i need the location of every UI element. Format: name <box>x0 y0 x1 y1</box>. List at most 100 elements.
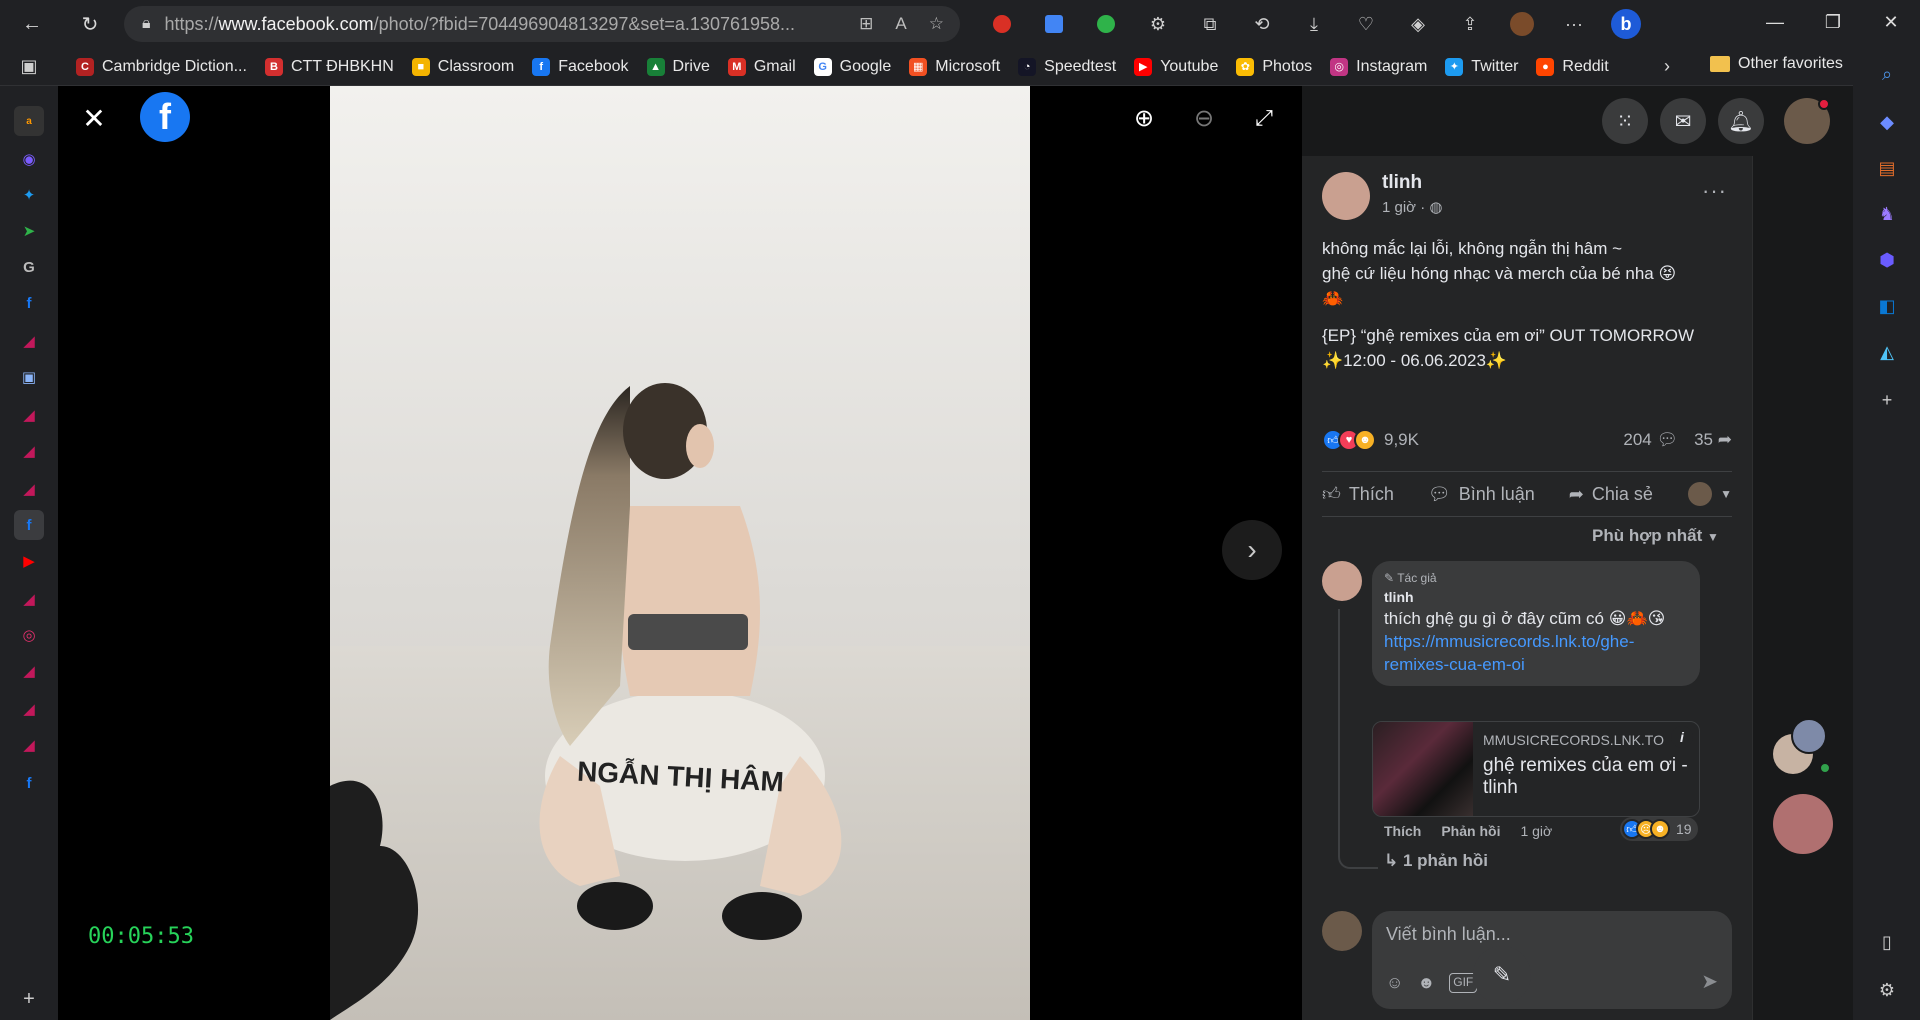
notifications-bell-icon[interactable]: 🔔︎ <box>1718 98 1764 144</box>
back-button[interactable]: ← <box>14 6 50 42</box>
games-chess-icon[interactable]: ♞ <box>1873 200 1901 228</box>
comment-count[interactable]: 204 💬︎ <box>1623 430 1678 450</box>
app-available-icon[interactable]: ⊞ <box>859 14 873 34</box>
extension-green-icon[interactable] <box>1088 6 1124 42</box>
emoji-icon[interactable]: ☻ <box>1417 973 1435 993</box>
like-button[interactable]: 👍︎ Thích <box>1322 483 1394 505</box>
tab-music-icon[interactable]: ◢ <box>14 474 44 504</box>
post-author-name[interactable]: tlinh <box>1382 172 1442 194</box>
haha-reaction-icon[interactable]: ☻ <box>1354 429 1376 451</box>
tab-amazon-icon[interactable]: a <box>14 106 44 136</box>
comment-reply-link[interactable]: Phản hồi <box>1441 823 1500 839</box>
post-timestamp[interactable]: 1 giờ · ◍ <box>1382 198 1442 216</box>
tab-music-icon[interactable]: ◢ <box>14 584 44 614</box>
tab-facebook-icon[interactable]: f <box>14 768 44 798</box>
tab-music-icon[interactable]: ◢ <box>14 436 44 466</box>
read-aloud-icon[interactable]: A <box>895 14 906 34</box>
address-bar[interactable]: 🔒︎ https://www.facebook.com/photo/?fbid=… <box>124 6 960 42</box>
comment-reactions[interactable]: 👍︎ ☹ ☻ 19 <box>1620 817 1698 841</box>
favorite-facebook[interactable]: f Facebook <box>532 57 629 76</box>
health-icon[interactable]: ♡ <box>1348 6 1384 42</box>
comment-input[interactable] <box>1386 919 1706 949</box>
tab-twitter-icon[interactable]: ✦ <box>14 180 44 210</box>
maximize-button[interactable]: ❐ <box>1804 0 1862 44</box>
close-viewer-icon[interactable]: ✕ <box>76 100 112 136</box>
chat-head-group-2[interactable] <box>1791 718 1827 754</box>
favorite-google[interactable]: G Google <box>813 57 891 76</box>
messenger-icon[interactable]: ✉ <box>1660 98 1706 144</box>
facebook-logo-icon[interactable]: f <box>140 92 190 142</box>
close-window-button[interactable]: ✕ <box>1862 0 1920 44</box>
new-tab-plus-icon[interactable]: + <box>14 984 44 1014</box>
favorites-overflow-icon[interactable]: › <box>1664 56 1670 77</box>
post-photo[interactable]: NGẪN THỊ HÂM <box>330 86 1030 1020</box>
zoom-out-icon[interactable]: ⊖ <box>1188 102 1220 134</box>
tab-facebook-icon[interactable]: f <box>14 288 44 318</box>
tab-facebook-active-icon[interactable]: f <box>14 510 44 540</box>
tools-briefcase-icon[interactable]: ▤ <box>1873 154 1901 182</box>
author-avatar[interactable] <box>1322 172 1370 220</box>
comment-link[interactable]: https://mmusicrecords.lnk.to/ghe-remixes… <box>1384 630 1688 676</box>
favorite-classroom[interactable]: ■ Classroom <box>411 57 514 76</box>
extensions-puzzle-icon[interactable]: ⚙ <box>1140 6 1176 42</box>
tab-music-icon[interactable]: ◢ <box>14 656 44 686</box>
reload-button[interactable]: ↻ <box>72 6 108 42</box>
chat-head-contact[interactable] <box>1773 794 1833 854</box>
favorite-photos[interactable]: ✿ Photos <box>1236 57 1312 76</box>
settings-more-icon[interactable]: ··· <box>1556 6 1592 42</box>
comment-like-link[interactable]: Thích <box>1384 823 1421 839</box>
translate-icon[interactable] <box>1036 6 1072 42</box>
menu-grid-icon[interactable]: ⁙ <box>1602 98 1648 144</box>
favorite-drive[interactable]: ▲ Drive <box>646 57 710 76</box>
tab-google-icon[interactable]: G <box>14 252 44 282</box>
add-sidebar-plus-icon[interactable]: + <box>1873 386 1901 414</box>
comment-sort-dropdown[interactable]: Phù hợp nhất ▼ <box>1592 526 1719 546</box>
info-icon[interactable]: i <box>1671 726 1693 748</box>
extension-red-icon[interactable] <box>984 6 1020 42</box>
other-favorites-folder[interactable]: Other favorites <box>1710 55 1843 73</box>
tab-actions-icon[interactable]: ▣ <box>0 56 58 77</box>
search-icon[interactable]: ⌕ <box>1873 60 1901 88</box>
collections-icon[interactable]: ⧉ <box>1192 6 1228 42</box>
reaction-audience-selector[interactable]: ▼ <box>1688 482 1732 506</box>
view-replies-link[interactable]: ↳ 1 phản hồi <box>1384 851 1488 871</box>
avatar-sticker-icon[interactable]: ☺ <box>1386 973 1403 993</box>
favorite-star-icon[interactable]: ☆ <box>929 14 944 34</box>
zoom-in-icon[interactable]: ⊕ <box>1128 102 1160 134</box>
shopping-tag-icon[interactable]: ◆ <box>1873 108 1901 136</box>
favorite-twitter[interactable]: ✦ Twitter <box>1445 57 1518 76</box>
reaction-count[interactable]: 9,9K <box>1384 430 1419 450</box>
share-count[interactable]: 35 ➦ <box>1694 430 1732 450</box>
share-icon[interactable]: ⇪ <box>1452 6 1488 42</box>
tab-image-icon[interactable]: ▣ <box>14 362 44 392</box>
tab-youtube-icon[interactable]: ▶ <box>14 546 44 576</box>
comment-button[interactable]: 💬︎ Bình luận <box>1428 484 1535 505</box>
settings-gear-icon[interactable]: ⚙ <box>1873 976 1901 1004</box>
minimize-button[interactable]: — <box>1746 0 1804 44</box>
fullscreen-icon[interactable]: ⤢ <box>1248 102 1280 134</box>
new-message-button[interactable]: ✎ <box>1473 946 1531 1004</box>
favorite-instagram[interactable]: ◎ Instagram <box>1330 57 1427 76</box>
sidebar-toggle-icon[interactable]: ▯ <box>1873 928 1901 956</box>
favorite-reddit[interactable]: ● Reddit <box>1536 57 1609 76</box>
send-icon[interactable]: ➤ <box>1701 969 1718 994</box>
favorite-cambridge-diction[interactable]: C Cambridge Diction... <box>76 57 247 76</box>
account-avatar[interactable] <box>1784 98 1830 144</box>
tab-send-icon[interactable]: ➤ <box>14 216 44 246</box>
tab-music-icon[interactable]: ◢ <box>14 730 44 760</box>
downloads-icon[interactable]: ⤓ <box>1296 6 1332 42</box>
history-icon[interactable]: ⟲ <box>1244 6 1280 42</box>
comment-author-name[interactable]: tlinh <box>1384 589 1688 605</box>
favorite-microsoft[interactable]: ▦ Microsoft <box>909 57 1000 76</box>
profile-avatar-icon[interactable] <box>1504 6 1540 42</box>
comment-author-avatar[interactable] <box>1322 561 1362 601</box>
tab-extension-icon[interactable]: ◉ <box>14 144 44 174</box>
next-photo-button[interactable]: › <box>1222 520 1282 580</box>
favorite-youtube[interactable]: ▶ Youtube <box>1134 57 1218 76</box>
performance-icon[interactable]: ◈ <box>1400 6 1436 42</box>
favorite-speedtest[interactable]: ◔ Speedtest <box>1018 57 1116 76</box>
tab-music-icon[interactable]: ◢ <box>14 326 44 356</box>
tab-music-icon[interactable]: ◢ <box>14 694 44 724</box>
bing-copilot-icon[interactable]: b <box>1608 6 1644 42</box>
comment-time[interactable]: 1 giờ <box>1520 823 1552 839</box>
